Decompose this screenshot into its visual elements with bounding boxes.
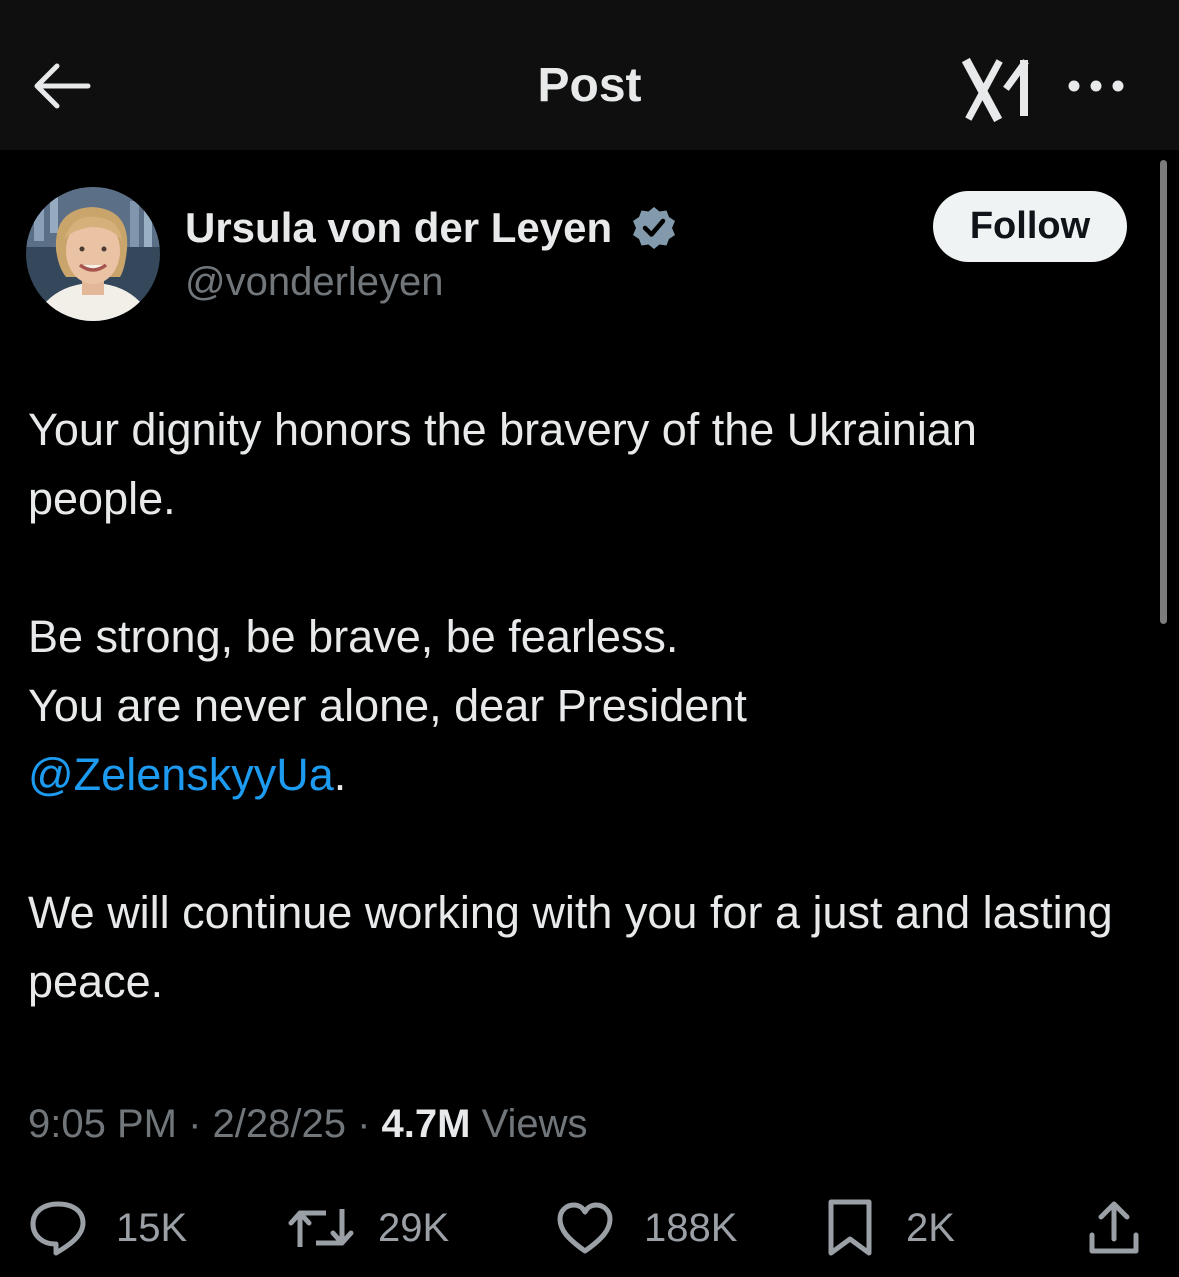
follow-button[interactable]: Follow <box>933 191 1127 262</box>
post-paragraph: We will continue working with you for a … <box>28 887 1113 1007</box>
views-label: Views <box>470 1102 588 1146</box>
post-time[interactable]: 9:05 PM <box>28 1102 177 1146</box>
repost-count: 29K <box>378 1205 450 1250</box>
verified-badge-icon <box>633 207 675 249</box>
heart-icon <box>557 1202 613 1254</box>
share-button[interactable] <box>1086 1196 1142 1260</box>
grok-icon <box>961 57 1029 123</box>
mention-link[interactable]: @ZelenskyyUa <box>28 749 334 800</box>
reply-count: 15K <box>116 1205 188 1250</box>
post-date[interactable]: 2/28/25 <box>213 1102 346 1146</box>
post-text: Your dignity honors the bravery of the U… <box>28 395 1128 1016</box>
reply-icon <box>30 1201 86 1256</box>
more-horizontal-icon <box>1068 80 1124 92</box>
like-count: 188K <box>644 1205 738 1250</box>
author-display-name[interactable]: Ursula von der Leyen <box>185 204 612 252</box>
more-options-button[interactable] <box>1064 70 1128 102</box>
avatar[interactable] <box>26 187 160 321</box>
bookmark-button[interactable]: 2K <box>826 1196 955 1260</box>
mention-suffix: . <box>333 749 347 800</box>
post-metadata: 9:05 PM · 2/28/25 · 4.7M Views <box>28 1102 588 1147</box>
post-line: Be strong, be brave, be fearless. <box>28 611 679 662</box>
meta-separator: · <box>345 1102 382 1146</box>
top-navigation-bar: Post <box>0 0 1179 150</box>
bookmark-icon <box>828 1199 872 1256</box>
author-handle[interactable]: @vonderleyen <box>185 260 444 305</box>
like-button[interactable]: 188K <box>556 1196 737 1260</box>
grok-button[interactable] <box>961 50 1036 123</box>
share-icon <box>1089 1201 1139 1254</box>
post-line: You are never alone, dear President <box>28 680 747 731</box>
views-count: 4.7M <box>381 1102 471 1146</box>
post-paragraph: Your dignity honors the bravery of the U… <box>28 404 977 524</box>
bookmark-count: 2K <box>906 1205 955 1250</box>
meta-separator: · <box>176 1102 213 1146</box>
post-paragraph: Be strong, be brave, be fearless. You are… <box>28 602 1128 809</box>
reply-button[interactable]: 15K <box>28 1196 187 1260</box>
repost-button[interactable]: 29K <box>288 1196 449 1260</box>
scrollbar[interactable] <box>1160 160 1167 624</box>
repost-icon <box>288 1209 354 1247</box>
